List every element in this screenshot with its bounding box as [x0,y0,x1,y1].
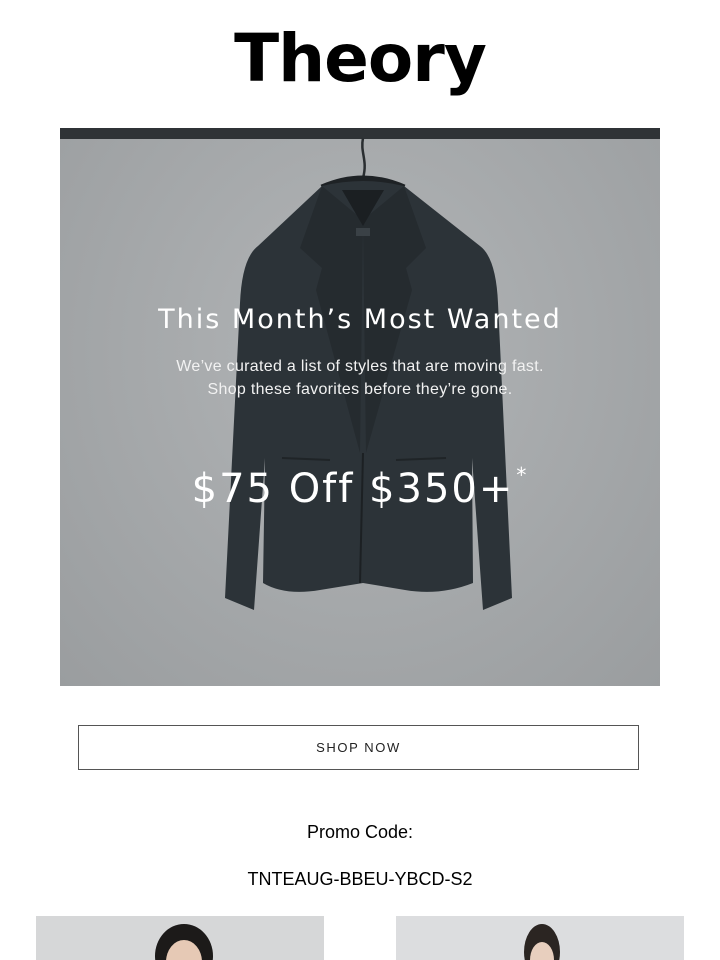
hero-offer: $75 Off $350+ * [60,462,660,512]
offer-text: $75 Off $350+ [191,466,515,512]
offer-asterisk: * [516,462,529,487]
brand-logo[interactable]: Theory [0,14,720,104]
jacket-image [225,137,512,610]
promo-code-label: Promo Code: [306,822,414,842]
model-photo-right [396,916,684,960]
shop-now-button[interactable]: SHOP NOW [78,725,639,770]
hero-title: This Month’s Most Wanted [158,304,562,335]
product-image-left[interactable] [36,916,324,960]
hero-banner[interactable]: This Month’s Most Wanted We’ve curated a… [60,128,660,686]
model-photo-left [36,916,324,960]
hero-subtitle: We’ve curated a list of styles that are … [140,355,580,401]
product-image-right[interactable] [396,916,684,960]
hero-subtitle-line2: Shop these favorites before they’re gone… [207,381,513,398]
promo-code-value: TNTEAUG-BBEU-YBCD-S2 [247,869,473,889]
hero-subtitle-line1: We’ve curated a list of styles that are … [176,358,544,375]
